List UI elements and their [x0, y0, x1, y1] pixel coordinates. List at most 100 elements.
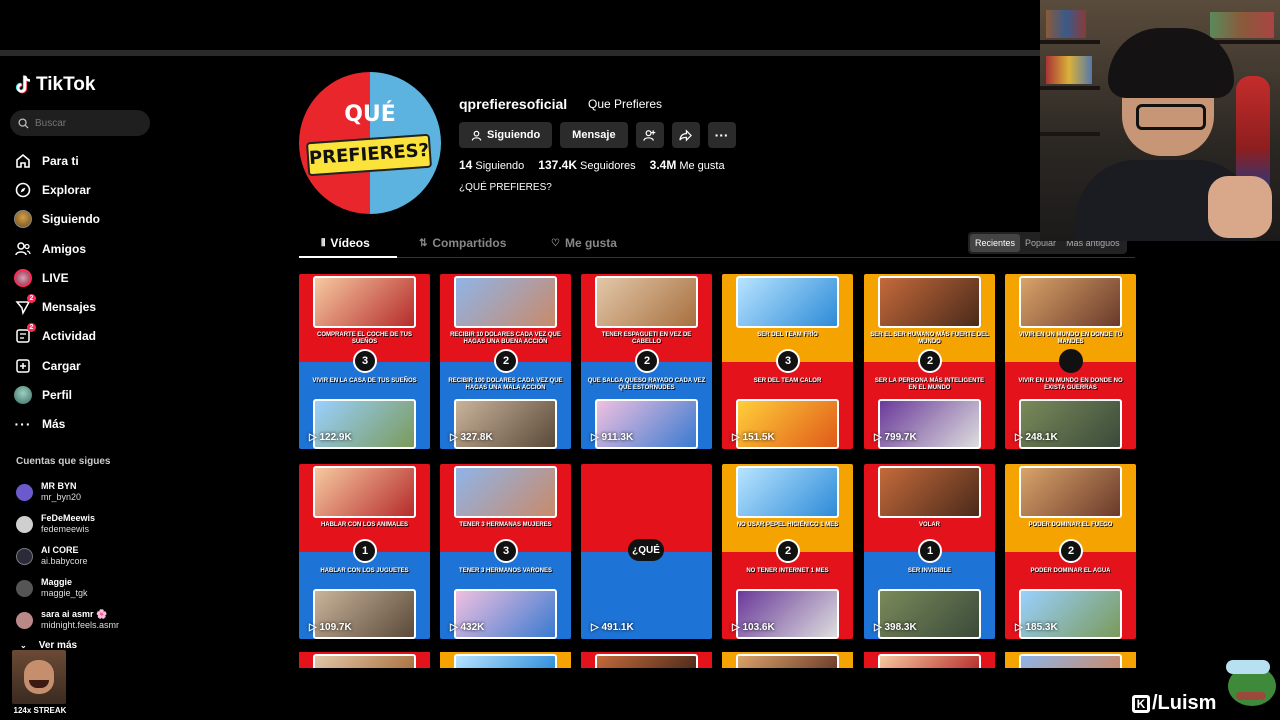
video-card[interactable]: Ser el ser humano más fuerte del mundo Se…: [864, 274, 995, 449]
video-card[interactable]: ¿QUÉ ▷ 491.1K: [581, 464, 712, 639]
option-b-caption: Ser del team calor: [753, 377, 822, 384]
message-button[interactable]: Mensaje: [560, 122, 628, 148]
option-b-caption: Que salga queso rayado cada vez que esto…: [587, 377, 706, 391]
option-b-caption: Poder dominar el agua: [1030, 567, 1111, 574]
profile-avatar-icon: [14, 386, 32, 405]
share-button[interactable]: [671, 122, 700, 148]
view-count-value: 327.8K: [460, 432, 493, 443]
tab-compartidos[interactable]: ⇅ Compartidos: [419, 236, 506, 250]
option-a-illustration: [736, 466, 839, 518]
video-card[interactable]: Tener espagueti en vez de cabello Que sal…: [581, 274, 712, 449]
view-count: ▷ 432K: [450, 622, 484, 633]
messages-icon: 2: [14, 294, 36, 316]
screen: { "app": {"name": "TikTok"}, "search": {…: [0, 0, 1280, 720]
sidebar-item-label: Perfil: [42, 388, 73, 403]
video-card[interactable]: Vivir en un mundo en donde tú mandes Vivi…: [1005, 274, 1136, 449]
view-count: ▷ 185.3K: [1015, 622, 1058, 633]
avatar-text-bottom: PREFIERES?: [305, 133, 433, 177]
video-thumbnail-partial: [454, 654, 557, 668]
video-card-partial[interactable]: [864, 652, 995, 668]
search-input[interactable]: [35, 117, 135, 129]
following-count: 14: [459, 158, 473, 172]
video-card[interactable]: Tener 3 hermanas mujeres Tener 3 hermanos…: [440, 464, 571, 639]
following-account[interactable]: AI CORE ai.babycore: [16, 540, 166, 572]
option-a-caption: Comprarte el coche de tus sueños: [317, 332, 412, 345]
video-card[interactable]: Recibir 10 dolares cada vez que hagas un…: [440, 274, 571, 449]
following-stat[interactable]: 14 Siguiendo: [459, 158, 524, 172]
video-card-partial[interactable]: [299, 652, 430, 668]
following-account[interactable]: sara ai asmr 🌸 midnight.feels.asmr: [16, 604, 166, 636]
video-card[interactable]: No usar pepel higiénico 1 mes No tener in…: [722, 464, 853, 639]
activity-badge: 2: [27, 323, 36, 333]
following-account[interactable]: FeDeMeewis fedemeewis: [16, 508, 166, 540]
sidebar-item-siguiendo[interactable]: Siguiendo: [14, 205, 164, 234]
video-card-partial[interactable]: [440, 652, 571, 668]
play-icon: ▷: [450, 432, 461, 443]
streak-emote-image: [12, 650, 66, 704]
sidebar-item-amigos[interactable]: Amigos: [14, 234, 164, 263]
account-avatar: [16, 515, 33, 533]
account-handle: midnight.feels.asmr: [41, 620, 120, 630]
countdown-badge: 2: [776, 539, 800, 563]
play-icon: ▷: [874, 622, 885, 633]
profile-username: qprefieresoficial: [459, 96, 568, 112]
sidebar-item-explorar[interactable]: Explorar: [14, 175, 164, 204]
following-button[interactable]: Siguiendo: [459, 122, 553, 148]
more-options-button[interactable]: ···: [707, 122, 736, 148]
tab-label: Compartidos: [432, 236, 507, 250]
home-icon: [14, 152, 32, 170]
streak-overlay: 124x STREAK: [12, 650, 68, 720]
video-card-partial[interactable]: [722, 652, 853, 668]
sidebar-item-mas[interactable]: ··· Más: [14, 410, 164, 439]
message-button-label: Mensaje: [572, 129, 616, 141]
following-stat-label: Siguiendo: [475, 160, 525, 172]
view-count: ▷ 151.5K: [732, 432, 775, 443]
sidebar-item-para-ti[interactable]: Para ti: [14, 146, 164, 175]
sidebar-item-label: LIVE: [42, 270, 69, 285]
play-icon: ▷: [450, 622, 461, 633]
view-count-value: 248.1K: [1025, 432, 1058, 443]
option-a-illustration: [878, 466, 981, 518]
sidebar-item-mensajes[interactable]: 2 Mensajes: [14, 292, 164, 321]
sidebar-item-cargar[interactable]: Cargar: [14, 351, 164, 380]
option-a-illustration: [313, 466, 416, 518]
video-card[interactable]: Comprarte el coche de tus sueños Vivir en…: [299, 274, 430, 449]
search-bar[interactable]: [10, 110, 150, 136]
profile-bio: ¿QUÉ PREFIERES?: [459, 182, 552, 193]
video-card-partial[interactable]: [581, 652, 712, 668]
active-tab-indicator: [299, 256, 397, 258]
que-badge: ¿QUÉ: [628, 539, 664, 561]
view-count-value: 109.7K: [319, 622, 352, 633]
option-a-caption: Ser el ser humano más fuerte del mundo: [870, 332, 989, 345]
option-a-caption: Recibir 10 dolares cada vez que hagas un…: [450, 332, 561, 345]
video-card-partial[interactable]: [1005, 652, 1136, 668]
profile-avatar[interactable]: QUÉ PREFIERES?: [299, 72, 441, 214]
upload-icon: [14, 357, 32, 375]
tab-me-gusta[interactable]: ♡ Me gusta: [551, 236, 617, 250]
sidebar-item-actividad[interactable]: 2 Actividad: [14, 322, 164, 351]
streamer-hair: [1108, 28, 1234, 98]
play-icon: ▷: [874, 432, 885, 443]
sidebar-item-perfil[interactable]: Perfil: [14, 380, 164, 409]
tiktok-note-icon: [16, 75, 31, 94]
following-account[interactable]: Maggie maggie_tgk: [16, 572, 166, 604]
sort-recientes[interactable]: Recientes: [970, 234, 1021, 252]
view-count-value: 491.1K: [601, 622, 634, 633]
option-a-illustration: [736, 276, 839, 328]
video-card[interactable]: Volar Ser invisible 1 ▷ 398.3K: [864, 464, 995, 639]
tab-videos[interactable]: ⦀ Vídeos: [321, 236, 370, 250]
account-name: Maggie: [41, 577, 73, 587]
tiktok-logo[interactable]: TikTok: [16, 74, 95, 96]
video-card[interactable]: Hablar con los animales Hablar con los ju…: [299, 464, 430, 639]
sidebar-item-live[interactable]: LIVE: [14, 263, 164, 292]
collectibles: [1046, 56, 1092, 84]
video-card[interactable]: Poder dominar el fuego Poder dominar el a…: [1005, 464, 1136, 639]
suggest-accounts-button[interactable]: [635, 122, 664, 148]
video-card[interactable]: Ser del team frío Ser del team calor 3 ▷ 15…: [722, 274, 853, 449]
followers-stat[interactable]: 137.4K Seguidores: [538, 158, 635, 172]
kick-watermark: K /Luism: [1132, 692, 1216, 715]
following-account[interactable]: MR BYN mr_byn20: [16, 476, 166, 508]
friends-icon: [14, 240, 32, 258]
webcam-overlay: [1040, 0, 1280, 241]
heart-icon: ♡: [551, 237, 560, 249]
